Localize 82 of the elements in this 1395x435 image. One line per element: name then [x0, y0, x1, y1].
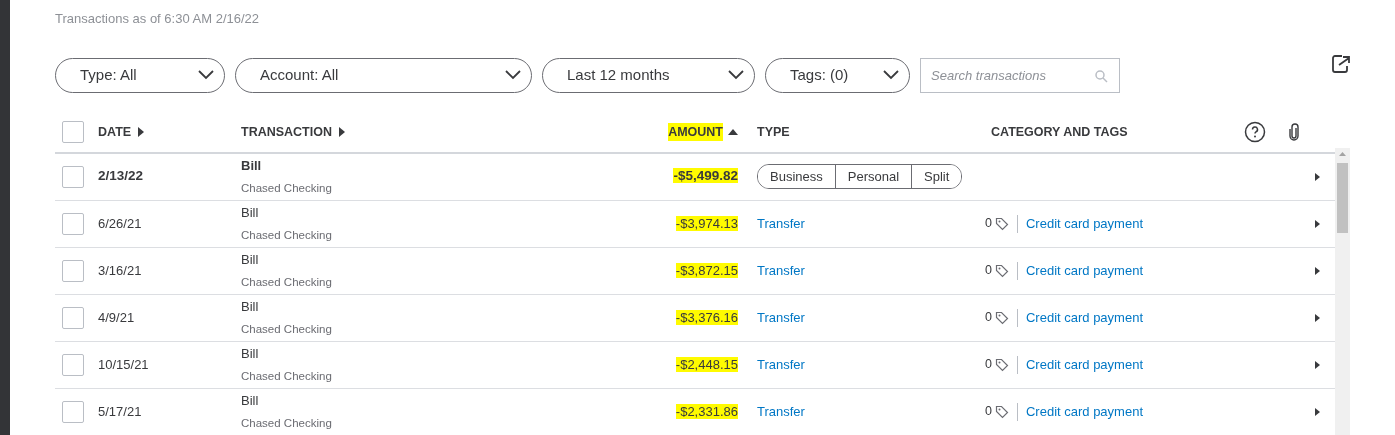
category-link[interactable]: Credit card payment [1025, 260, 1143, 281]
timestamp-text: Transactions as of 6:30 AM 2/16/22 [55, 10, 260, 28]
account-text: Chased Checking [241, 274, 333, 290]
date-text: 10/15/21 [98, 356, 149, 372]
row-checkbox[interactable] [62, 400, 84, 423]
type-link[interactable]: Transfer [757, 403, 805, 419]
select-all-checkbox[interactable] [62, 121, 84, 143]
amount-text: -$3,376.16 [675, 309, 738, 325]
expand-arrow-icon[interactable] [1314, 266, 1321, 275]
row-checkbox[interactable] [62, 353, 84, 376]
amount-text: -$3,872.15 [675, 262, 738, 278]
payee-text: Bill [241, 345, 260, 364]
account-text: Chased Checking [241, 227, 333, 243]
tag-icon[interactable] [994, 263, 1009, 278]
filter-dropdown[interactable]: Tags: (0) [765, 57, 910, 93]
row-checkbox[interactable] [62, 306, 84, 329]
expand-arrow-icon[interactable] [1314, 313, 1321, 322]
help-icon[interactable] [1244, 121, 1266, 143]
payee-text: Bill [241, 392, 260, 411]
scrollbar-thumb[interactable] [1337, 163, 1348, 233]
filter-dropdown[interactable]: Last 12 months [542, 57, 755, 93]
type-option[interactable]: Split [911, 164, 962, 189]
type-link[interactable]: Transfer [757, 215, 805, 231]
row-checkbox[interactable] [62, 212, 84, 235]
tag-count: 0 [985, 403, 992, 421]
column-header[interactable]: TRANSACTION [241, 122, 332, 142]
payee-text: Bill [241, 204, 260, 223]
category-link[interactable]: Credit card payment [1025, 213, 1143, 234]
payee-text: Bill [241, 251, 260, 270]
amount-text: -$3,974.13 [675, 215, 738, 231]
tag-count: 0 [985, 215, 992, 233]
column-header[interactable]: DATE [98, 122, 132, 142]
tag-icon[interactable] [994, 216, 1009, 231]
expand-arrow-icon[interactable] [1314, 219, 1321, 228]
date-text: 2/13/22 [98, 168, 144, 184]
row-checkbox[interactable] [62, 259, 84, 282]
search-icon [1094, 68, 1108, 83]
sort-arrow-icon [337, 127, 346, 137]
export-icon[interactable] [1330, 53, 1352, 75]
column-header[interactable]: AMOUNT [668, 122, 723, 142]
date-text: 6/26/21 [98, 215, 142, 231]
date-text: 3/16/21 [98, 262, 142, 278]
category-link[interactable]: Credit card payment [1025, 307, 1143, 328]
type-link[interactable]: Transfer [757, 309, 805, 325]
type-link[interactable]: Transfer [757, 262, 805, 278]
account-text: Chased Checking [241, 321, 333, 337]
amount-text: -$5,499.82 [673, 168, 738, 184]
type-link[interactable]: Transfer [757, 356, 805, 372]
category-link[interactable]: Credit card payment [1025, 354, 1143, 375]
column-header[interactable]: TYPE [757, 122, 790, 142]
account-text: Chased Checking [241, 368, 333, 384]
amount-text: -$2,331.86 [675, 403, 738, 419]
expand-arrow-icon[interactable] [1314, 360, 1321, 369]
payee-text: Bill [241, 298, 260, 317]
tag-icon[interactable] [994, 310, 1009, 325]
tag-icon[interactable] [994, 404, 1009, 419]
tag-count: 0 [985, 356, 992, 374]
tag-count: 0 [985, 309, 992, 327]
category-link[interactable]: Credit card payment [1025, 401, 1143, 422]
sort-arrow-icon [728, 128, 738, 136]
tag-icon[interactable] [994, 357, 1009, 372]
column-header[interactable]: CATEGORY AND TAGS [991, 122, 1128, 142]
search-field[interactable]: Search transactions [920, 57, 1120, 93]
expand-arrow-icon[interactable] [1314, 172, 1321, 181]
attachment-icon[interactable] [1288, 123, 1300, 141]
chevron-down-icon [505, 70, 521, 80]
sort-arrow-icon [137, 127, 146, 137]
account-text: Chased Checking [241, 180, 333, 196]
filter-dropdown[interactable]: Account: All [235, 57, 532, 93]
account-text: Chased Checking [241, 415, 333, 431]
payee-text: Bill [241, 157, 263, 176]
date-text: 4/9/21 [98, 309, 135, 325]
filter-dropdown[interactable]: Type: All [55, 57, 225, 93]
chevron-down-icon [728, 70, 744, 80]
expand-arrow-icon[interactable] [1314, 407, 1321, 416]
row-checkbox[interactable] [62, 165, 84, 188]
date-text: 5/17/21 [98, 403, 142, 419]
chevron-down-icon [198, 70, 214, 80]
chevron-down-icon [883, 70, 899, 80]
amount-text: -$2,448.15 [675, 356, 738, 372]
tag-count: 0 [985, 262, 992, 280]
scrollbar[interactable] [1335, 148, 1350, 435]
